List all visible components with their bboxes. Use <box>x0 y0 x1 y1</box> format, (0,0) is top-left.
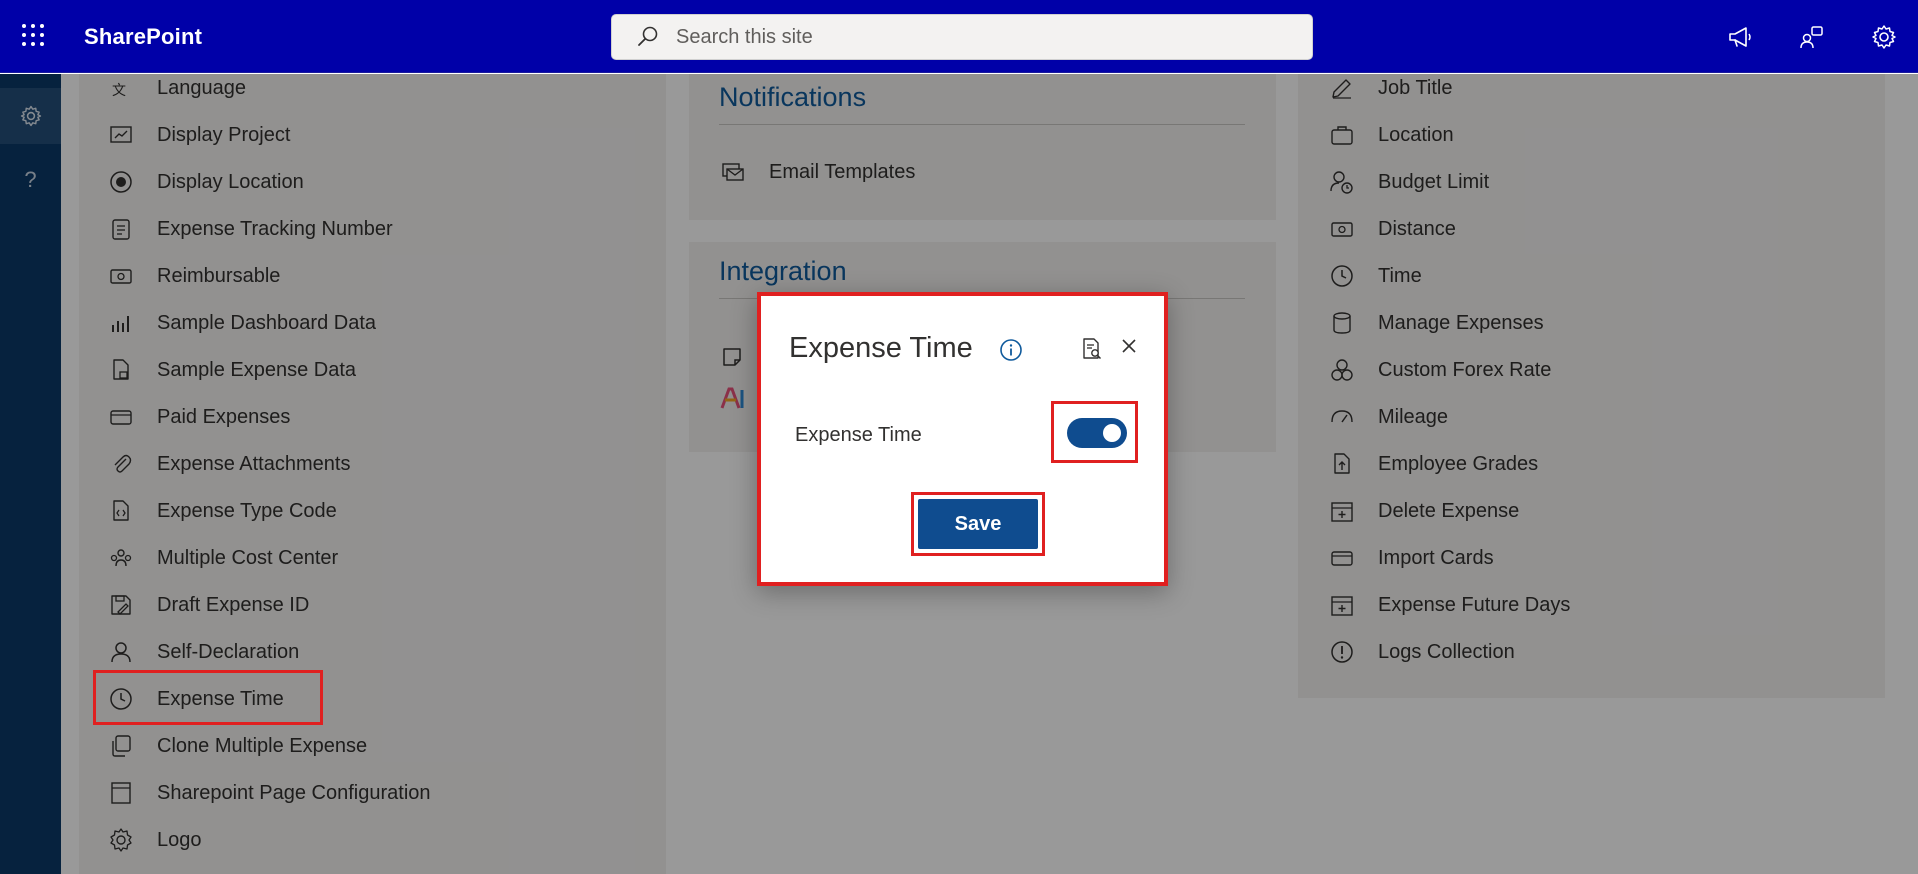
expense-time-item-highlight <box>93 670 323 725</box>
close-icon[interactable] <box>1117 334 1141 358</box>
expense-time-toggle[interactable] <box>1067 418 1127 448</box>
top-bar: SharePoint Search this site <box>0 0 1918 73</box>
search-icon <box>638 26 658 46</box>
toggle-label: Expense Time <box>795 424 922 446</box>
search-placeholder: Search this site <box>676 25 813 48</box>
settings-gear-icon[interactable] <box>1869 22 1899 52</box>
dialog-title: Expense Time <box>789 332 973 364</box>
toggle-knob <box>1103 424 1121 442</box>
expense-time-dialog: Expense Time Expense Time Save <box>757 292 1168 586</box>
info-icon[interactable] <box>999 338 1023 362</box>
share-people-icon[interactable] <box>1797 22 1827 52</box>
app-launcher-icon[interactable] <box>22 24 48 50</box>
megaphone-icon[interactable] <box>1725 22 1755 52</box>
save-button[interactable]: Save <box>918 499 1038 549</box>
search-box[interactable]: Search this site <box>611 14 1313 60</box>
document-search-icon[interactable] <box>1079 336 1105 362</box>
site-brand[interactable]: SharePoint <box>84 24 202 50</box>
